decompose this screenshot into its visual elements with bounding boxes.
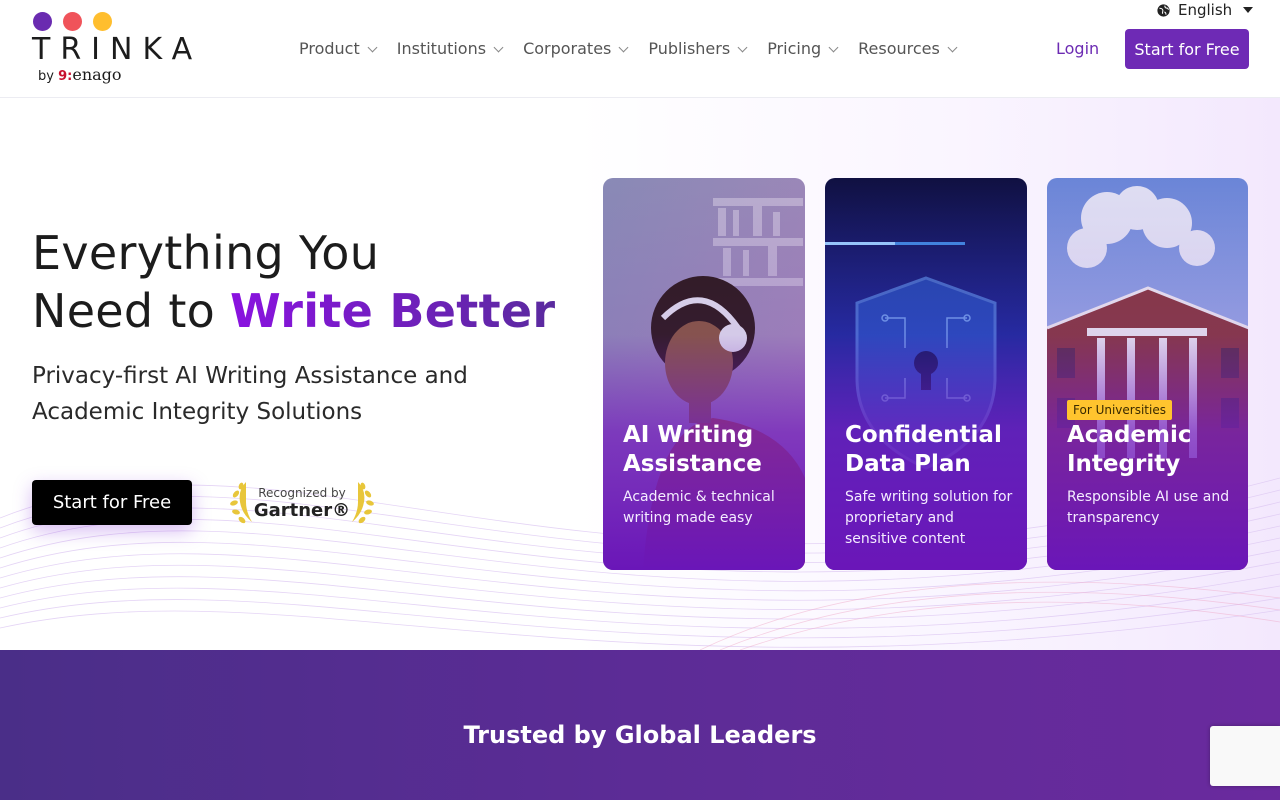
hero-title-line1: Everything You	[32, 226, 380, 280]
nav-label: Pricing	[767, 39, 822, 58]
trusted-section: Trusted by Global Leaders	[0, 650, 1280, 800]
card-title: Academic Integrity	[1067, 422, 1192, 477]
recaptcha-widget[interactable]	[1210, 726, 1280, 786]
nav-label: Institutions	[396, 39, 487, 58]
card-ai-writing[interactable]: AI Writing Assistance Academic & technic…	[603, 178, 805, 570]
hero-start-free-button[interactable]: Start for Free	[32, 480, 192, 525]
nav-corporates[interactable]: Corporates	[523, 38, 629, 60]
globe-icon	[1157, 3, 1170, 17]
gartner-recognized-label: Recognized by	[258, 486, 346, 500]
card-description: Academic & technical writing made easy	[623, 489, 775, 526]
hero-title-line2: Need to	[32, 284, 231, 338]
main-nav: Product Institutions Corporates Publishe…	[299, 38, 977, 60]
logo-enago: enago	[72, 65, 122, 84]
chevron-down-icon	[367, 42, 378, 52]
logo-dot-yellow	[93, 12, 112, 31]
nav-resources[interactable]: Resources	[858, 38, 958, 60]
nav-label: Publishers	[648, 39, 731, 58]
hero-title-highlight: Write Better	[230, 284, 556, 338]
enago-mark: 9:	[58, 69, 73, 84]
nav-publishers[interactable]: Publishers	[648, 38, 748, 60]
chevron-down-icon	[737, 42, 748, 52]
nav-pricing[interactable]: Pricing	[767, 38, 839, 60]
header-start-free-button[interactable]: Start for Free	[1125, 29, 1249, 69]
nav-label: Resources	[858, 39, 940, 58]
nav-label: Corporates	[523, 39, 612, 58]
logo-dot-purple	[33, 12, 52, 31]
trinka-logo[interactable]: TRINKA by 9:enago	[32, 12, 222, 90]
chevron-down-icon	[947, 42, 958, 52]
nav-label: Product	[299, 39, 360, 58]
nav-product[interactable]: Product	[299, 38, 378, 60]
hero-section: Everything You Need to Write Better Priv…	[0, 98, 1280, 650]
card-title: AI Writing Assistance	[623, 422, 762, 477]
gartner-badge: Recognized by Gartner®	[226, 476, 378, 530]
logo-dot-red	[63, 12, 82, 31]
chevron-down-icon	[493, 42, 504, 52]
card-title: Confidential Data Plan	[845, 422, 1002, 477]
card-description: Safe writing solution for proprietary an…	[845, 489, 1013, 547]
card-academic-integrity[interactable]: For Universities Academic Integrity Resp…	[1047, 178, 1248, 570]
logo-by: by	[38, 69, 54, 84]
nav-institutions[interactable]: Institutions	[396, 38, 504, 60]
trusted-title: Trusted by Global Leaders	[463, 721, 817, 749]
logo-byline: by 9:enago	[38, 66, 122, 86]
for-universities-badge: For Universities	[1067, 400, 1172, 420]
site-header: TRINKA by 9:enago Product Institutions C…	[0, 0, 1280, 98]
hero-subtitle: Privacy-first AI Writing Assistance and …	[32, 363, 468, 425]
caret-down-icon	[1243, 7, 1254, 13]
card-description: Responsible AI use and transparency	[1067, 489, 1230, 526]
hero-title: Everything You Need to Write Better	[32, 224, 555, 340]
card-confidential-data[interactable]: Confidential Data Plan Safe writing solu…	[825, 178, 1027, 570]
language-selector[interactable]: English	[1157, 1, 1254, 19]
chevron-down-icon	[618, 42, 629, 52]
language-label: English	[1178, 1, 1233, 19]
gartner-name: Gartner®	[253, 500, 351, 521]
logo-wordmark: TRINKA	[32, 32, 203, 67]
chevron-down-icon	[828, 42, 839, 52]
login-link[interactable]: Login	[1056, 38, 1099, 60]
